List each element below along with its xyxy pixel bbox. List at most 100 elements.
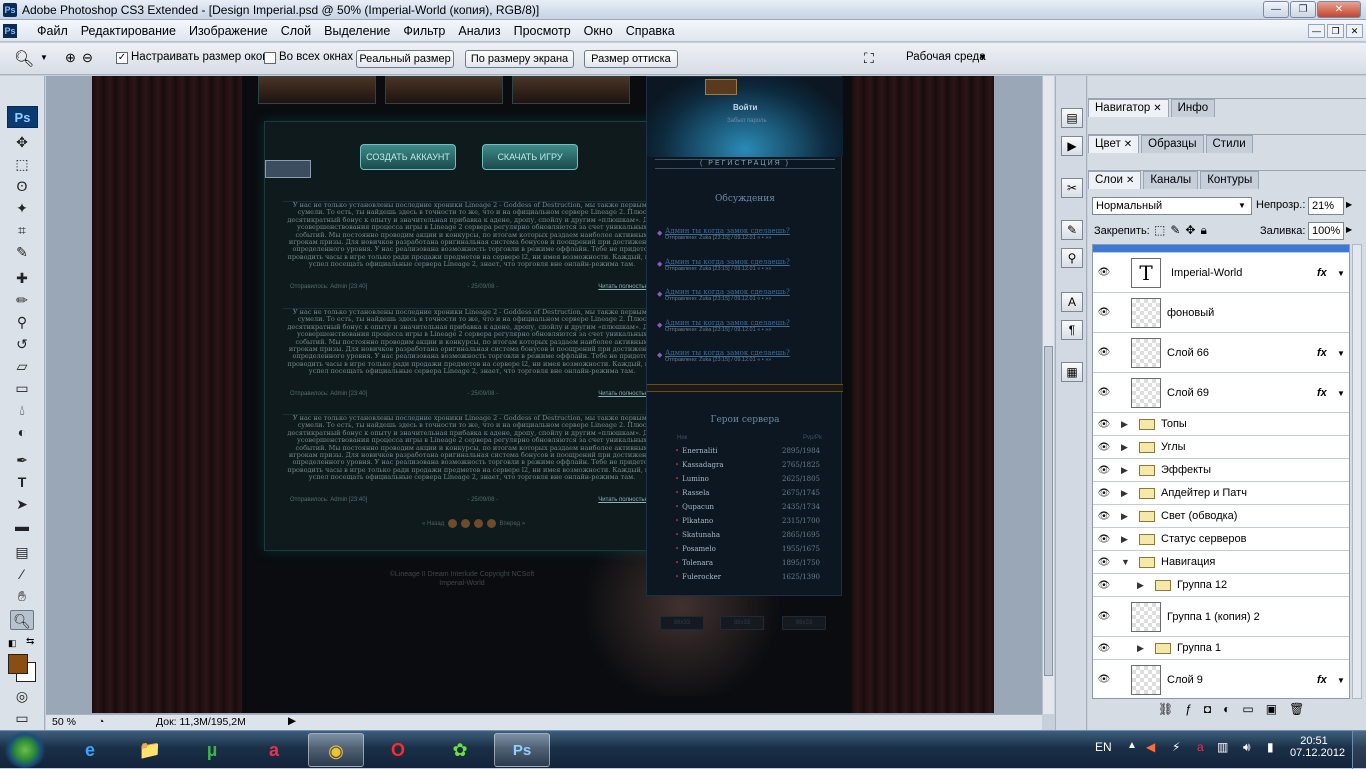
actions-panel-icon[interactable]: ▶ [1061, 136, 1083, 156]
expand-icon[interactable]: ▶ [1121, 442, 1128, 453]
fx-icon[interactable]: fx [1317, 674, 1327, 686]
fill-slider-icon[interactable]: ▶ [1346, 225, 1352, 234]
expand-icon[interactable]: ▶ [1121, 419, 1128, 430]
layer-row[interactable]: 👁︎ Слой 66 fx ▼ [1093, 334, 1349, 373]
fill-field[interactable]: 100% [1308, 222, 1344, 240]
group-row[interactable]: 👁︎ ▶ Статус серверов [1093, 529, 1349, 551]
power-icon[interactable]: ▮ [1267, 740, 1274, 754]
explorer-icon[interactable]: 📁 [122, 733, 178, 767]
foreground-color-swatch[interactable] [8, 654, 28, 674]
blend-mode-select[interactable]: Нормальный [1092, 197, 1252, 215]
fit-screen-button[interactable]: По размеру экрана [465, 50, 574, 68]
menu-layer[interactable]: Слой [274, 24, 317, 38]
menu-view[interactable]: Просмотр [507, 24, 577, 38]
layer-comps-icon[interactable]: ▦ [1061, 362, 1083, 382]
tab-layers[interactable]: Слои ✕ [1088, 171, 1142, 189]
layer-row[interactable]: 👁︎ Слой 69 fx ▼ [1093, 374, 1349, 413]
zoom-tool-icon[interactable]: 🔍︎ [14, 49, 34, 69]
photoshop-taskbar-icon[interactable]: Ps [494, 733, 550, 767]
close-icon[interactable]: ✕ [1153, 103, 1161, 114]
fx-icon[interactable]: fx [1317, 347, 1327, 359]
discussion-title[interactable]: Админ ты когда замок сделаешь? [665, 288, 835, 296]
history-panel-icon[interactable]: ▤ [1061, 108, 1083, 128]
print-size-button[interactable]: Размер оттиска [584, 50, 678, 68]
zoom-tool-icon[interactable]: 🔍︎ [10, 610, 34, 630]
menu-window[interactable]: Окно [577, 24, 619, 38]
status-arrow-icon[interactable]: ▶ [288, 715, 296, 727]
clock[interactable]: 20:51 07.12.2012 [1290, 735, 1345, 759]
chevron-down-icon[interactable]: ▼ [1337, 676, 1345, 685]
menu-filter[interactable]: Фильтр [396, 24, 451, 38]
doc-minimize-button[interactable]: — [1308, 24, 1325, 38]
language-indicator[interactable]: EN [1095, 740, 1112, 754]
page-dot[interactable] [486, 519, 496, 528]
chevron-down-icon[interactable]: ▼ [1337, 269, 1345, 278]
dodge-tool-icon[interactable]: ◐ [10, 422, 34, 442]
expand-icon[interactable]: ▶ [1121, 511, 1128, 522]
group-row[interactable]: 👁︎ ▶ Свет (обводка) [1093, 506, 1349, 528]
magic-wand-tool-icon[interactable]: ✦ [10, 198, 34, 218]
maximize-button[interactable]: ❐ [1290, 1, 1316, 18]
paragraph-panel-icon[interactable]: ¶ [1061, 320, 1083, 340]
minimize-button[interactable]: — [1263, 1, 1289, 18]
character-panel-icon[interactable]: A [1061, 292, 1083, 312]
discussion-item[interactable]: ◆ Админ ты когда замок сделаешь? Отправлен… [657, 319, 835, 333]
eye-icon[interactable]: 👁︎ [1097, 387, 1111, 399]
brush-tool-icon[interactable]: ✏ [10, 290, 34, 310]
group-row[interactable]: 👁︎ ▶ Углы [1093, 437, 1349, 459]
slice-tool-icon[interactable]: ✎ [10, 242, 34, 262]
zoom-level-field[interactable]: 50 % [52, 716, 76, 728]
expand-icon[interactable]: ▶ [1137, 580, 1144, 591]
chevron-down-icon[interactable]: ▼ [1238, 201, 1246, 210]
menu-file[interactable]: Файл [30, 24, 74, 38]
discussion-item[interactable]: ◆ Админ ты когда замок сделаешь? Отправлен… [657, 258, 835, 272]
eye-icon[interactable]: 👁︎ [1097, 488, 1111, 500]
discussion-title[interactable]: Админ ты когда замок сделаешь? [665, 227, 835, 235]
default-colors-icon[interactable]: ◧ [8, 638, 17, 649]
notes-tool-icon[interactable]: ▤ [10, 542, 34, 562]
eye-icon[interactable]: 👁︎ [1097, 347, 1111, 359]
eraser-tool-icon[interactable]: ▱ [10, 356, 34, 376]
resize-windows-checkbox[interactable]: ✓ [116, 52, 128, 64]
zoom-out-icon[interactable]: ⊖ [82, 50, 93, 66]
tray-app-icon[interactable]: ◀ [1146, 740, 1155, 754]
workspace-menu[interactable]: Рабочая среда [906, 51, 986, 63]
network-icon[interactable]: ▥ [1217, 740, 1228, 754]
page-dot[interactable] [447, 519, 457, 528]
gradient-tool-icon[interactable]: ▭ [10, 378, 34, 398]
brushes-panel-icon[interactable]: ✎ [1061, 220, 1083, 240]
menu-edit[interactable]: Редактирование [74, 24, 182, 38]
close-icon[interactable]: ✕ [1126, 175, 1134, 186]
show-hidden-icons-icon[interactable]: ▲ [1127, 740, 1137, 751]
expand-icon[interactable]: ▶ [1121, 465, 1128, 476]
registration-link[interactable]: ( РЕГИСТРАЦИЯ ) [655, 159, 835, 169]
status-menu-icon[interactable]: ◔ [98, 716, 104, 728]
network-icon[interactable]: ⚡︎ [1172, 740, 1180, 754]
expand-icon[interactable]: ▶ [1121, 488, 1128, 499]
fx-icon[interactable]: fx [1317, 267, 1327, 279]
chevron-down-icon[interactable]: ▼ [1337, 349, 1345, 358]
crop-tool-icon[interactable]: ⌗ [10, 220, 34, 240]
workspace-dropdown-icon[interactable]: ▼ [978, 52, 987, 62]
move-tool-icon[interactable]: ✥ [10, 132, 34, 152]
create-account-button[interactable]: СОЗДАТЬ АККАУНТ [360, 144, 456, 170]
layer-row[interactable]: 👁︎ T Imperial-World fx ▼ [1093, 254, 1349, 293]
discussion-title[interactable]: Админ ты когда замок сделаешь? [665, 258, 835, 266]
group-row[interactable]: 👁︎ ▶ Группа 1 [1093, 638, 1349, 660]
screen-mode-icon[interactable]: ▭ [10, 708, 34, 728]
download-game-button[interactable]: СКАЧАТЬ ИГРУ [482, 144, 578, 170]
layer-footer-icons[interactable]: ⛓ƒ◘◐▭▣🗑︎ [1158, 702, 1316, 716]
discussion-item[interactable]: ◆ Админ ты когда замок сделаешь? Отправлен… [657, 227, 835, 241]
close-button[interactable]: ✕ [1317, 1, 1361, 18]
close-icon[interactable]: ✕ [1124, 139, 1132, 150]
layer-row-selected[interactable] [1093, 245, 1349, 253]
path-selection-tool-icon[interactable]: ➤ [10, 494, 34, 514]
aimp-icon[interactable]: a [246, 733, 302, 767]
canvas[interactable]: СОЗДАТЬ АККАУНТ СКАЧАТЬ ИГРУ У нас не то… [92, 76, 994, 713]
tab-navigator[interactable]: Навигатор ✕ [1088, 99, 1169, 117]
tab-paths[interactable]: Контуры [1200, 171, 1260, 189]
menu-select[interactable]: Выделение [317, 24, 396, 38]
eye-icon[interactable]: 👁︎ [1097, 419, 1111, 431]
fx-icon[interactable]: fx [1317, 387, 1327, 399]
expand-icon[interactable]: ▶ [1137, 643, 1144, 654]
